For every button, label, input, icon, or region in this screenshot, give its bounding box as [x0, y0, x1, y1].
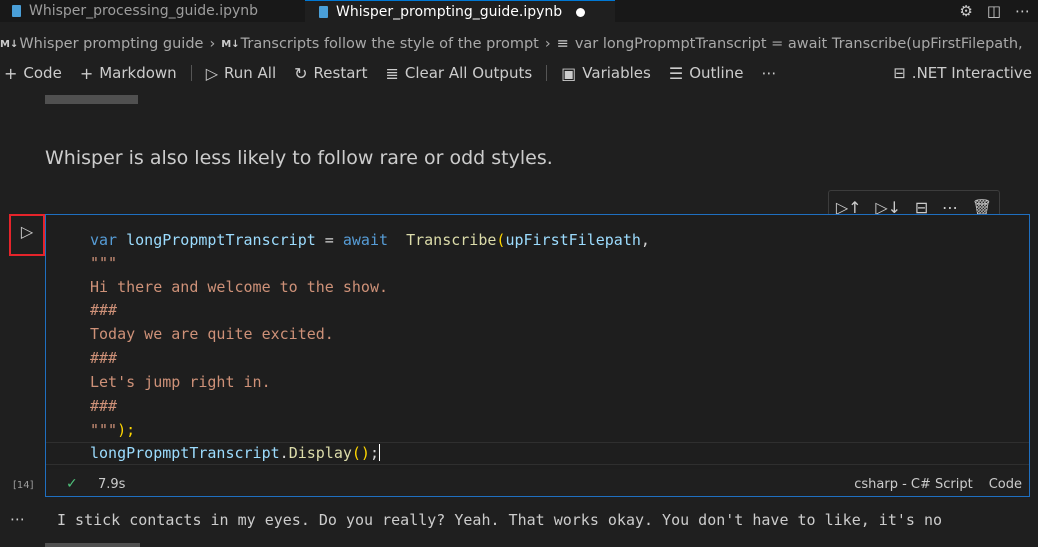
plus-icon: +	[4, 63, 18, 83]
code-line: ###	[90, 349, 118, 367]
code-editor[interactable]: var longPropmptTranscript = await Transc…	[46, 215, 1029, 469]
cell-language[interactable]: csharp - C# Script	[854, 477, 973, 492]
run-all-label: Run All	[224, 64, 277, 82]
add-markdown-button[interactable]: + Markdown	[80, 64, 177, 83]
editor-tab-bar: Whisper_processing_guide.ipynb Whisper_p…	[0, 0, 1038, 23]
unsaved-dot-icon[interactable]	[576, 7, 586, 17]
markdown-icon: M↓	[0, 38, 19, 50]
cell-kind[interactable]: Code	[989, 477, 1022, 492]
code-line: """);	[90, 421, 136, 439]
chevron-right-icon: ›	[209, 36, 216, 52]
clear-outputs-label: Clear All Outputs	[404, 64, 533, 82]
run-all-button[interactable]: ▷ Run All	[206, 64, 276, 83]
kernel-icon: ⊟	[893, 64, 906, 82]
tab-label: Whisper_processing_guide.ipynb	[29, 3, 259, 19]
tab-processing-guide[interactable]: Whisper_processing_guide.ipynb	[0, 0, 300, 22]
code-line: Today we are quite excited.	[90, 325, 334, 343]
kernel-label: .NET Interactive	[911, 64, 1032, 82]
add-markdown-label: Markdown	[99, 64, 177, 82]
symbol-variable-icon: ≡	[556, 36, 569, 52]
more-toolbar-button[interactable]: ⋯	[761, 64, 776, 82]
run-cell-button[interactable]: ▷	[9, 214, 45, 256]
restart-icon: ↻	[294, 63, 308, 83]
more-actions-icon[interactable]: ⋯	[1015, 2, 1030, 20]
outline-label: Outline	[689, 64, 744, 82]
outline-button[interactable]: ☰ Outline	[669, 64, 744, 83]
restart-button[interactable]: ↻ Restart	[294, 64, 367, 83]
markdown-cell-text[interactable]: Whisper is also less likely to follow ra…	[45, 147, 553, 169]
code-line: ###	[90, 301, 118, 319]
notebook-file-icon	[12, 5, 21, 17]
execution-count: [14]	[13, 480, 34, 491]
notebook-file-icon	[319, 6, 328, 18]
outline-icon: ☰	[668, 63, 684, 83]
code-line: """	[90, 254, 118, 272]
kernel-picker[interactable]: ⊟ .NET Interactive	[893, 61, 1032, 85]
breadcrumb-symbol[interactable]: var longPropmptTranscript = await Transc…	[575, 36, 1023, 52]
plus-icon: +	[79, 63, 94, 83]
restart-label: Restart	[313, 64, 368, 82]
variables-button[interactable]: ▣ Variables	[561, 64, 651, 83]
cell-language-status: csharp - C# Script Code	[854, 477, 1022, 492]
code-cell[interactable]: var longPropmptTranscript = await Transc…	[45, 214, 1030, 497]
play-icon: ▷	[20, 222, 34, 241]
previous-cell-output	[45, 95, 138, 104]
divider	[190, 65, 192, 81]
breadcrumb-section[interactable]: Transcripts follow the style of the prom…	[241, 36, 539, 52]
add-code-label: Code	[23, 64, 62, 82]
text-cursor	[379, 444, 380, 461]
next-cell-remnant	[45, 543, 140, 547]
breadcrumb: M↓ Whisper prompting guide › M↓ Transcri…	[0, 33, 1038, 55]
chevron-right-icon: ›	[544, 36, 551, 52]
divider	[546, 65, 548, 81]
execution-duration: 7.9s	[98, 477, 126, 492]
split-editor-icon[interactable]: ◫	[987, 2, 1001, 20]
notebook-toolbar: + Code + Markdown ▷ Run All ↻ Restart ≣ …	[0, 61, 1038, 85]
code-line: ###	[90, 397, 118, 415]
cell-output: I stick contacts in my eyes. Do you real…	[57, 511, 943, 529]
clear-outputs-button[interactable]: ≣ Clear All Outputs	[385, 64, 532, 83]
variables-icon: ▣	[561, 63, 577, 83]
run-all-icon: ▷	[205, 63, 218, 83]
code-line: Hi there and welcome to the show.	[90, 278, 389, 296]
variables-label: Variables	[582, 64, 651, 82]
tab-prompting-guide[interactable]: Whisper_prompting_guide.ipynb	[305, 0, 615, 23]
add-code-button[interactable]: + Code	[4, 64, 62, 83]
code-line: longPropmptTranscript.Display();	[90, 444, 380, 462]
gear-icon[interactable]: ⚙	[959, 2, 972, 20]
clear-all-icon: ≣	[385, 63, 399, 83]
output-actions-icon[interactable]: ⋯	[10, 510, 26, 528]
more-icon: ⋯	[761, 64, 777, 82]
markdown-icon: M↓	[221, 38, 240, 50]
code-line: var longPropmptTranscript = await Transc…	[90, 231, 650, 249]
tab-label: Whisper_prompting_guide.ipynb	[336, 4, 563, 20]
code-line: Let's jump right in.	[90, 373, 271, 391]
breadcrumb-notebook[interactable]: Whisper prompting guide	[19, 36, 203, 52]
check-icon: ✓	[66, 476, 78, 492]
